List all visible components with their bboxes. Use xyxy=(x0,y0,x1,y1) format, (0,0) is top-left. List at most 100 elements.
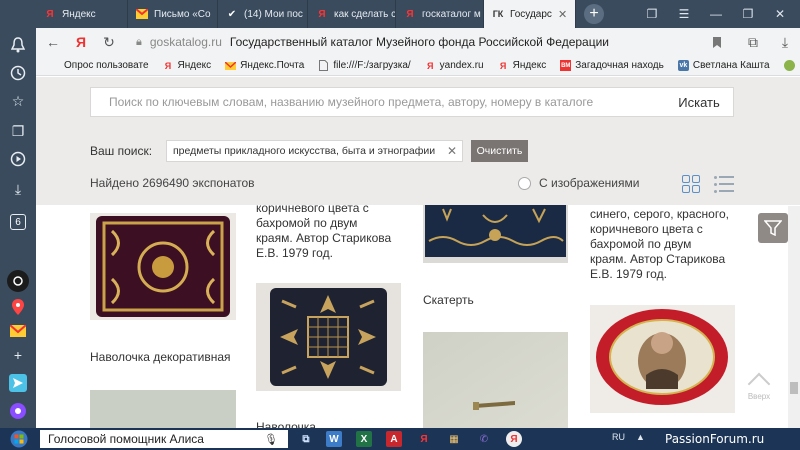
result-image-object[interactable] xyxy=(423,332,568,428)
close-window-button[interactable]: ✕ xyxy=(764,0,796,28)
yandex-icon: Я xyxy=(499,60,507,71)
tabs-icon[interactable]: ❐ xyxy=(636,0,668,28)
bookmark-item[interactable]: vk Светлана Кашта xyxy=(677,60,770,71)
query-chip[interactable]: предметы прикладного искусства, быта и э… xyxy=(166,140,463,162)
extensions-icon[interactable]: ⧉ xyxy=(742,31,764,53)
tab-goskatalog-active[interactable]: ГК Государс ✕ xyxy=(484,0,576,28)
with-images-radio[interactable] xyxy=(518,176,531,190)
map-pin-icon[interactable] xyxy=(7,296,29,318)
bookmark-item[interactable]: Я Яндекс xyxy=(498,60,547,71)
viber-icon[interactable]: ✆ xyxy=(476,431,492,447)
back-arrow-icon[interactable]: ← xyxy=(42,31,64,53)
language-indicator[interactable]: RU xyxy=(612,432,625,442)
description-line: Е.В. 1979 год. xyxy=(590,267,667,281)
list-view-icon[interactable] xyxy=(714,175,734,193)
bookmark-label: file:///F:/загрузка/ xyxy=(333,60,411,71)
camera-icon[interactable] xyxy=(7,270,29,292)
search-input[interactable] xyxy=(91,88,665,116)
reload-icon[interactable]: ↻ xyxy=(98,31,120,53)
bookmark-item[interactable] xyxy=(783,60,795,71)
minimize-button[interactable]: — xyxy=(700,0,732,28)
video-icon[interactable] xyxy=(7,148,29,170)
yandex-icon[interactable]: Я xyxy=(416,431,432,447)
word-icon[interactable]: W xyxy=(326,431,342,447)
with-images-label: С изображениями xyxy=(539,176,640,190)
windows-icon xyxy=(10,430,28,448)
grid-view-icon[interactable] xyxy=(682,175,700,193)
yandex-icon: Я xyxy=(46,8,54,20)
collections-icon[interactable]: ❐ xyxy=(7,120,29,142)
result-caption[interactable]: Скатерть xyxy=(423,293,474,308)
new-tab-button[interactable]: + xyxy=(584,4,604,24)
yandex-icon: Я xyxy=(426,60,434,71)
tray-arrow-icon[interactable]: ▲ xyxy=(636,432,645,442)
tab-ok[interactable]: ✔ (14) Мои пос xyxy=(218,0,308,28)
start-button[interactable] xyxy=(4,429,34,449)
tab-goskatalog-search[interactable]: Я госкаталог м xyxy=(396,0,484,28)
result-image-partial[interactable] xyxy=(90,390,236,428)
result-image-cushion-1[interactable] xyxy=(90,213,236,320)
scrollbar-thumb[interactable] xyxy=(790,382,798,394)
mail-icon xyxy=(136,8,148,20)
description-line: коричневого цвета с xyxy=(256,201,369,215)
bookmark-item[interactable]: Яyandex.ru xyxy=(425,60,484,71)
description-line: синего, серого, красного, xyxy=(590,207,729,221)
send-icon[interactable] xyxy=(7,372,29,394)
result-image-cushion-2[interactable] xyxy=(256,283,401,391)
maximize-button[interactable]: ❐ xyxy=(732,0,764,28)
description-line: коричневого цвета с xyxy=(590,222,703,236)
tab-mail[interactable]: Письмо «Со xyxy=(128,0,218,28)
add-icon[interactable]: + xyxy=(7,344,29,366)
result-description[interactable]: коричневого цвета с бахромой по двум кра… xyxy=(256,201,391,261)
bookmark-label: Опрос пользовате xyxy=(64,60,149,71)
result-caption[interactable]: Наволочка декоративная xyxy=(90,350,231,365)
result-image-tablecloth[interactable] xyxy=(423,205,568,263)
close-tab-icon[interactable]: ✕ xyxy=(558,8,567,21)
filter-button[interactable] xyxy=(758,213,788,243)
address-domain: goskatalog.ru xyxy=(149,35,222,49)
bookmark-label: Светлана Кашта xyxy=(692,60,770,71)
menu-icon[interactable]: ☰ xyxy=(668,0,700,28)
yandex-icon[interactable]: Я xyxy=(70,31,92,53)
mail-icon[interactable] xyxy=(7,320,29,342)
bookmark-label: Загадочная находь xyxy=(575,60,664,71)
search-button[interactable]: Искать xyxy=(665,95,733,110)
result-caption[interactable]: Наволочка xyxy=(256,420,316,428)
bookmark-label: Яндекс xyxy=(512,60,547,71)
tab-label: Государс xyxy=(510,8,552,20)
notification-badge[interactable]: 6 xyxy=(10,214,26,230)
clear-button[interactable]: Очистить xyxy=(471,140,528,162)
explorer-icon[interactable]: ▦ xyxy=(446,431,462,447)
download-icon[interactable]: ⤓ xyxy=(774,31,796,53)
browser-tab-strip: Я Яндекс Письмо «Со ✔ (14) Мои пос Я как… xyxy=(0,0,800,28)
with-images-toggle[interactable]: С изображениями xyxy=(518,176,639,190)
download-icon[interactable]: ⤓ xyxy=(7,178,29,200)
bookmark-item[interactable]: Яндекс.Почта xyxy=(225,60,304,71)
result-description[interactable]: синего, серого, красного, коричневого цв… xyxy=(590,207,729,282)
result-image-plate[interactable] xyxy=(590,305,735,413)
page-scrollbar[interactable] xyxy=(788,206,800,428)
pdf-icon[interactable]: A xyxy=(386,431,402,447)
bookmark-item[interactable]: Я Яндекс xyxy=(163,60,211,71)
bell-icon[interactable] xyxy=(7,34,29,56)
alice-icon[interactable] xyxy=(7,400,29,422)
bookmark-icon[interactable] xyxy=(706,31,728,53)
tab-label: Яндекс xyxy=(62,8,96,20)
scroll-up-button[interactable]: Вверх xyxy=(738,372,780,402)
bookmark-item[interactable]: file:///F:/загрузка/ xyxy=(318,60,411,71)
excel-icon[interactable]: X xyxy=(356,431,372,447)
alice-search-box[interactable]: Голосовой помощник Алиса 🎙︎ xyxy=(40,430,288,448)
bookmark-item[interactable]: ВМ Загадочная находь xyxy=(560,60,664,71)
star-icon[interactable]: ☆ xyxy=(7,90,29,112)
close-icon[interactable]: ✕ xyxy=(447,144,457,158)
yandex-browser-icon[interactable]: Я xyxy=(506,431,522,447)
address-bar[interactable]: 🔒︎ goskatalog.ru Государственный каталог… xyxy=(136,31,726,53)
task-view-icon[interactable]: ⧉ xyxy=(298,431,314,447)
history-icon[interactable] xyxy=(7,62,29,84)
bookmark-item[interactable]: Опрос пользовате xyxy=(64,60,149,71)
ok-icon: ✔ xyxy=(227,8,237,20)
yandex-icon: Я xyxy=(318,8,326,20)
tab-yandex[interactable]: Я Яндекс xyxy=(36,0,128,28)
tab-search-howto[interactable]: Я как сделать с xyxy=(308,0,396,28)
microphone-icon[interactable]: 🎙︎ xyxy=(264,433,278,446)
